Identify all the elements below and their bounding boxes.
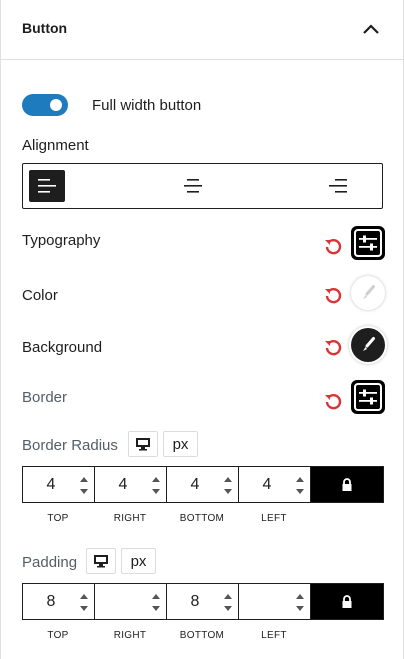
padding-inputs: 8 8 (22, 583, 384, 620)
field-value[interactable]: 8 (167, 584, 223, 619)
align-center-icon (184, 179, 202, 193)
side-label-right: RIGHT (113, 513, 147, 524)
decrement-icon[interactable] (79, 487, 89, 496)
increment-icon[interactable] (151, 475, 161, 484)
decrement-icon[interactable] (223, 604, 233, 613)
field-value[interactable]: 4 (239, 467, 295, 502)
sliders-icon (354, 229, 382, 257)
toggle-knob (50, 99, 62, 111)
border-radius-bottom-field[interactable]: 4 (167, 467, 239, 502)
color-picker-button[interactable] (351, 276, 385, 310)
border-settings-button[interactable] (351, 380, 385, 414)
padding-top-field[interactable]: 8 (23, 584, 95, 619)
padding-right-field[interactable] (95, 584, 167, 619)
alignment-button-group (22, 163, 383, 209)
background-picker-button[interactable] (351, 328, 385, 362)
border-radius-label: Border Radius (22, 437, 118, 454)
border-radius-right-field[interactable]: 4 (95, 467, 167, 502)
field-value[interactable]: 4 (95, 467, 151, 502)
chevron-up-icon[interactable] (359, 18, 383, 42)
field-value[interactable] (95, 584, 151, 619)
border-reset-icon[interactable] (322, 390, 344, 412)
side-label-bottom: BOTTOM (179, 513, 225, 524)
decrement-icon[interactable] (295, 604, 305, 613)
padding-side-labels: TOP RIGHT BOTTOM LEFT (22, 630, 384, 642)
typography-settings-button[interactable] (351, 226, 385, 260)
side-label-top: TOP (47, 513, 69, 524)
padding-label: Padding (22, 554, 78, 571)
padding-unit-button[interactable]: px (121, 548, 156, 574)
unit-label: px (172, 435, 189, 453)
sliders-icon (354, 383, 382, 411)
side-label-bottom: BOTTOM (179, 630, 225, 641)
align-left-icon (38, 179, 56, 193)
side-label-left: LEFT (261, 513, 287, 524)
align-right-icon (329, 179, 347, 193)
full-width-toggle[interactable] (22, 94, 68, 116)
decrement-icon[interactable] (79, 604, 89, 613)
unit-label: px (130, 552, 147, 570)
panel-header[interactable]: Button (1, 0, 403, 60)
color-label: Color (22, 287, 58, 304)
decrement-icon[interactable] (151, 604, 161, 613)
padding-device-button[interactable] (86, 548, 116, 574)
brush-icon (363, 337, 375, 351)
lock-icon (342, 477, 352, 491)
alignment-label: Alignment (22, 137, 89, 154)
increment-icon[interactable] (295, 475, 305, 484)
side-label-left: LEFT (261, 630, 287, 641)
panel-title: Button (22, 20, 68, 36)
desktop-icon (136, 438, 150, 451)
increment-icon[interactable] (223, 592, 233, 601)
increment-icon[interactable] (151, 592, 161, 601)
border-radius-side-labels: TOP RIGHT BOTTOM LEFT (22, 513, 384, 525)
increment-icon[interactable] (79, 475, 89, 484)
border-radius-left-field[interactable]: 4 (239, 467, 311, 502)
padding-bottom-field[interactable]: 8 (167, 584, 239, 619)
button-settings-panel: Button Full width button Alignment Typog… (0, 0, 404, 659)
full-width-label: Full width button (92, 97, 202, 114)
border-radius-top-field[interactable]: 4 (23, 467, 95, 502)
decrement-icon[interactable] (223, 487, 233, 496)
align-right-button[interactable] (320, 170, 356, 202)
padding-link-button[interactable] (311, 584, 383, 619)
typography-reset-icon[interactable] (322, 235, 344, 257)
decrement-icon[interactable] (151, 487, 161, 496)
border-label: Border (22, 389, 68, 406)
increment-icon[interactable] (79, 592, 89, 601)
decrement-icon[interactable] (295, 487, 305, 496)
field-value[interactable] (239, 584, 295, 619)
color-reset-icon[interactable] (322, 284, 344, 306)
align-center-button[interactable] (175, 170, 211, 202)
border-radius-device-button[interactable] (128, 431, 158, 457)
desktop-icon (94, 555, 108, 568)
background-label: Background (22, 339, 103, 356)
field-value[interactable]: 4 (23, 467, 79, 502)
field-value[interactable]: 4 (167, 467, 223, 502)
border-radius-link-button[interactable] (311, 467, 383, 502)
field-value[interactable]: 8 (23, 584, 79, 619)
border-radius-inputs: 4 4 4 4 (22, 466, 384, 503)
background-reset-icon[interactable] (322, 336, 344, 358)
typography-label: Typography (22, 232, 101, 249)
lock-icon (342, 594, 352, 608)
padding-left-field[interactable] (239, 584, 311, 619)
align-left-button[interactable] (29, 170, 65, 202)
increment-icon[interactable] (295, 592, 305, 601)
border-radius-unit-button[interactable]: px (163, 431, 198, 457)
side-label-top: TOP (47, 630, 69, 641)
side-label-right: RIGHT (113, 630, 147, 641)
increment-icon[interactable] (223, 475, 233, 484)
brush-icon (363, 285, 375, 299)
